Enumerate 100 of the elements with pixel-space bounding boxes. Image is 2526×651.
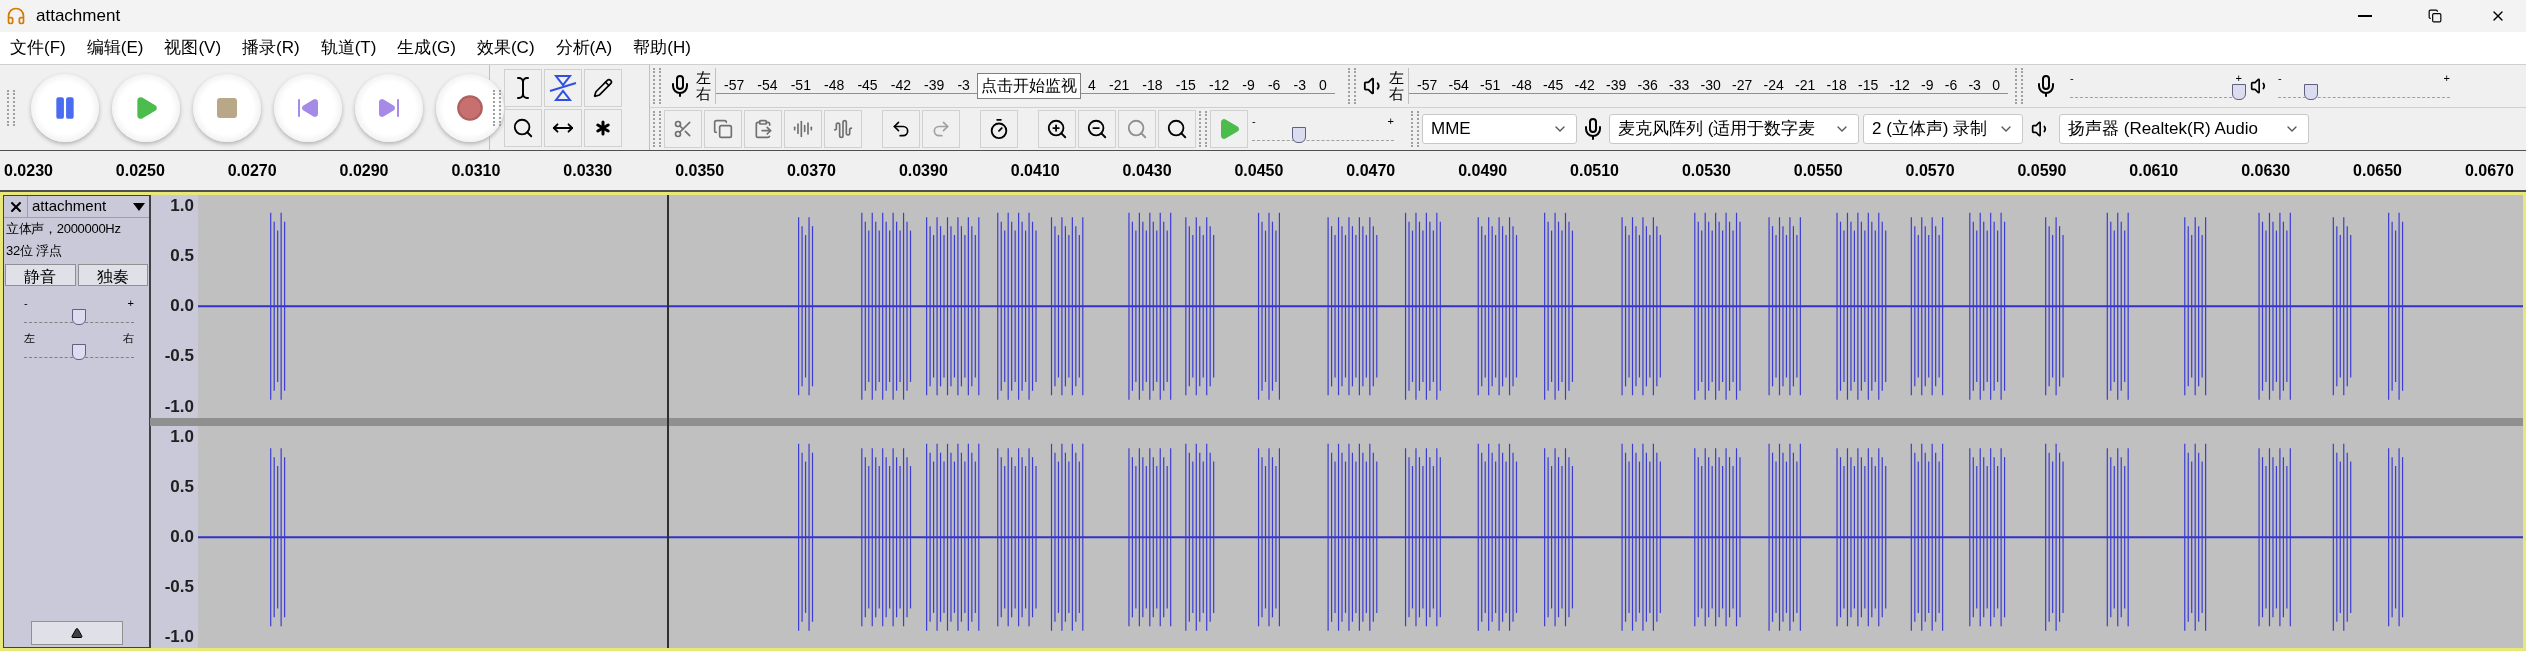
ruler-label: 0.0290 <box>339 160 389 181</box>
slider-thumb[interactable] <box>2303 84 2318 101</box>
trim-audio-button[interactable] <box>784 109 822 148</box>
device-dropdown[interactable]: 扬声器 (Realtek(R) Audio <box>2059 113 2309 144</box>
menu-item[interactable]: 生成(G) <box>397 35 456 61</box>
minus-label: - <box>2070 73 2074 85</box>
meter-tick-label: -42 <box>1574 76 1595 96</box>
volume-slider[interactable] <box>1252 127 1394 142</box>
envelope-tool[interactable] <box>544 68 582 107</box>
solo-button[interactable]: 独奏 <box>77 264 148 286</box>
draw-tool[interactable] <box>584 68 622 107</box>
selection-tool[interactable] <box>504 68 542 107</box>
stopwatch-icon <box>988 117 1010 140</box>
toolbar-grip[interactable] <box>2015 67 2023 104</box>
triangle-up-icon <box>70 627 83 639</box>
right-channel-label: 右 <box>1389 85 1404 102</box>
toolbar-grip[interactable] <box>1199 110 1207 147</box>
menu-item[interactable]: 效果(C) <box>476 35 535 61</box>
meter-tick-label: -18 <box>1826 76 1847 96</box>
volume-slider[interactable] <box>2278 84 2450 99</box>
meter-tick-label: -39 <box>1606 76 1627 96</box>
ruler-label: 0.0450 <box>1234 160 1284 181</box>
ruler-label: 0.0370 <box>787 160 836 181</box>
slider-thumb[interactable] <box>72 344 86 360</box>
meter-tick-label: -3 <box>1293 76 1306 96</box>
axis-label: 1.0 <box>170 427 194 446</box>
multi-tool[interactable] <box>584 108 622 147</box>
mute-button[interactable]: 静音 <box>5 264 76 286</box>
meter-tick-label: -45 <box>1543 76 1564 96</box>
level-meter[interactable]: -57 -54 -51 -48 -45 -42 -39 -3 点击开始监视 4 -21 -18 -15 -12 -9 -6 -3 0 <box>715 67 1335 104</box>
zoom-tool[interactable] <box>504 108 542 147</box>
toolbar-grip[interactable] <box>1411 110 1419 147</box>
zoom-out-button[interactable] <box>1078 109 1116 148</box>
pause-button[interactable] <box>31 73 99 142</box>
track-info: 立体声，2000000Hz <box>5 220 122 238</box>
toolbar-grip[interactable] <box>653 67 661 104</box>
toolbar-grip[interactable] <box>1348 67 1356 104</box>
ruler-label: 0.0650 <box>2353 160 2402 181</box>
ruler-label: 0.0230 <box>4 160 53 181</box>
meter-tick-label: -6 <box>1944 76 1958 96</box>
menu-item[interactable]: 轨道(T) <box>320 35 377 61</box>
menu-item[interactable]: 播录(R) <box>242 35 300 61</box>
meter-tick-label: 4 <box>1088 76 1096 96</box>
scissors-icon <box>673 118 693 139</box>
dropdown-triangle-icon <box>133 202 145 211</box>
undo-button[interactable] <box>882 109 920 148</box>
slider-thumb[interactable] <box>1291 127 1306 144</box>
zoom-in-button[interactable] <box>1038 109 1076 148</box>
device-dropdown[interactable]: 麦克风阵列 (适用于数字麦 <box>1609 113 1859 144</box>
right-channel-label: 右 <box>696 85 711 102</box>
trim-button[interactable] <box>664 109 702 148</box>
fit-project-button[interactable] <box>1158 109 1196 148</box>
ruler-label: 0.0470 <box>1346 160 1396 181</box>
timer-button[interactable] <box>980 109 1018 148</box>
track-name-menu[interactable]: attachment <box>28 196 149 217</box>
meter-tick-label: 0 <box>1992 76 2000 96</box>
menu-item[interactable]: 文件(F) <box>10 35 66 61</box>
play-button[interactable] <box>112 73 180 142</box>
ruler-label: 0.0390 <box>898 160 948 181</box>
record-button[interactable] <box>436 73 504 142</box>
axis-label: -0.5 <box>164 577 194 596</box>
stop-button[interactable] <box>193 73 261 142</box>
track-info: 32位 浮点 <box>5 242 63 260</box>
ruler-label: 0.0250 <box>115 160 165 181</box>
device-dropdown[interactable]: MME <box>1422 113 1577 144</box>
slider-thumb[interactable] <box>72 309 86 325</box>
meter-tick-label: -21 <box>1109 76 1130 96</box>
axis-label: -1.0 <box>164 397 194 416</box>
collapse-button[interactable] <box>30 621 123 645</box>
meter-tick-label: -12 <box>1889 76 1910 96</box>
plus-label: + <box>2443 73 2450 85</box>
copy-button[interactable] <box>704 109 742 148</box>
plus-label: + <box>127 298 134 309</box>
menu-item[interactable]: 分析(A) <box>555 35 613 61</box>
magnifier-icon <box>1126 117 1148 140</box>
meter-tick-label: -9 <box>1921 76 1934 96</box>
silence-audio-button[interactable] <box>824 109 862 148</box>
menu-item[interactable]: 帮助(H) <box>633 35 691 61</box>
toolbar-grip[interactable] <box>493 89 501 126</box>
toolbar-grip[interactable] <box>653 110 661 147</box>
device-dropdown[interactable]: 2 (立体声) 录制 <box>1863 113 2023 144</box>
meter-tick-label: -21 <box>1795 76 1816 96</box>
skip-to-start-button[interactable] <box>274 73 342 142</box>
time-shift-tool[interactable] <box>544 108 582 147</box>
volume-slider[interactable] <box>24 344 134 358</box>
meter-tick-label: -3 <box>1968 76 1981 96</box>
slider-thumb[interactable] <box>2231 84 2246 101</box>
timeline-ruler[interactable]: 0.0230 0.0250 0.0270 0.0290 0.0310 0.0330 0.0350 0.0370 0.0390 0.0410 0.0430 0.0450 0.0470 0.0490 0.0510 0.0530 0.0550 0.0570 0.0590 0.0610 0.0630 0.0650 0.0670 <box>0 150 2526 192</box>
meter-tick-label: -27 <box>1732 76 1753 96</box>
meter-tick-label: -18 <box>1142 76 1163 96</box>
toolbar-grip[interactable] <box>7 89 15 126</box>
volume-slider[interactable] <box>24 309 134 323</box>
menu-item[interactable]: 编辑(E) <box>86 35 144 61</box>
paste-button[interactable] <box>744 109 782 148</box>
menu-item[interactable]: 视图(V) <box>164 35 222 61</box>
level-meter[interactable]: -57 -54 -51 -48 -45 -42 -39 -36 -33 -30 -27 -24 -21 -18 -15 -12 -9 -6 -3 0 <box>1408 67 2008 104</box>
skip-to-end-button[interactable] <box>355 73 423 142</box>
redo-icon <box>931 118 951 139</box>
ruler-label: 0.0530 <box>1681 160 1731 181</box>
tooltip: 点击开始监视 <box>976 72 1081 99</box>
